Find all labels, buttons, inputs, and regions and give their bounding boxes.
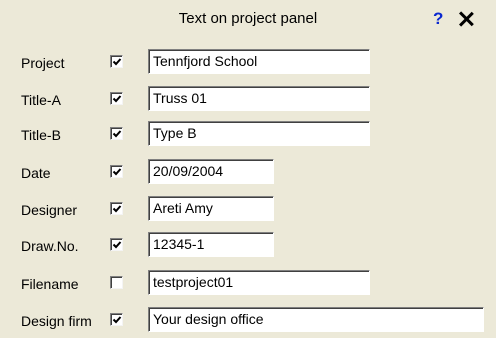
title-b-field[interactable]: Type B	[148, 121, 370, 146]
row-date: Date 20/09/2004	[0, 159, 496, 187]
project-field[interactable]: Tennfjord School	[148, 49, 370, 74]
check-mark-icon	[112, 316, 122, 324]
design-firm-field[interactable]: Your design office	[148, 307, 484, 332]
title-a-label: Title-A	[21, 92, 61, 108]
title-b-label: Title-B	[21, 127, 61, 143]
project-checkbox[interactable]	[110, 55, 123, 68]
check-mark-icon	[112, 130, 122, 138]
date-label: Date	[21, 165, 51, 181]
dialog-title: Text on project panel	[178, 10, 318, 27]
help-button[interactable]: ?	[433, 10, 443, 28]
row-title-b: Title-B Type B	[0, 121, 496, 149]
title-b-checkbox[interactable]	[110, 127, 123, 140]
draw-no-label: Draw.No.	[21, 238, 79, 254]
row-design-firm: Design firm Your design office	[0, 307, 496, 335]
draw-no-field[interactable]: 12345-1	[148, 232, 274, 257]
date-field[interactable]: 20/09/2004	[148, 159, 274, 184]
filename-field[interactable]: testproject01	[148, 270, 370, 295]
check-mark-icon	[112, 205, 122, 213]
close-icon[interactable]	[455, 8, 477, 30]
check-mark-icon	[112, 241, 122, 249]
title-a-field[interactable]: Truss 01	[148, 86, 370, 111]
check-mark-icon	[112, 168, 122, 176]
date-checkbox[interactable]	[110, 165, 123, 178]
design-firm-label: Design firm	[21, 313, 92, 329]
project-label: Project	[21, 55, 65, 71]
designer-checkbox[interactable]	[110, 202, 123, 215]
check-mark-icon	[112, 58, 122, 66]
check-mark-icon	[112, 95, 122, 103]
filename-checkbox[interactable]	[110, 276, 123, 289]
row-draw-no: Draw.No. 12345-1	[0, 232, 496, 260]
draw-no-checkbox[interactable]	[110, 238, 123, 251]
row-designer: Designer Areti Amy	[0, 196, 496, 224]
row-filename: Filename testproject01	[0, 270, 496, 298]
designer-field[interactable]: Areti Amy	[148, 196, 274, 221]
row-title-a: Title-A Truss 01	[0, 86, 496, 114]
text-on-project-panel-dialog: Text on project panel ? Project Tennfjor…	[0, 0, 496, 338]
design-firm-checkbox[interactable]	[110, 313, 123, 326]
filename-label: Filename	[21, 276, 79, 292]
title-a-checkbox[interactable]	[110, 92, 123, 105]
row-project: Project Tennfjord School	[0, 49, 496, 77]
designer-label: Designer	[21, 202, 78, 218]
